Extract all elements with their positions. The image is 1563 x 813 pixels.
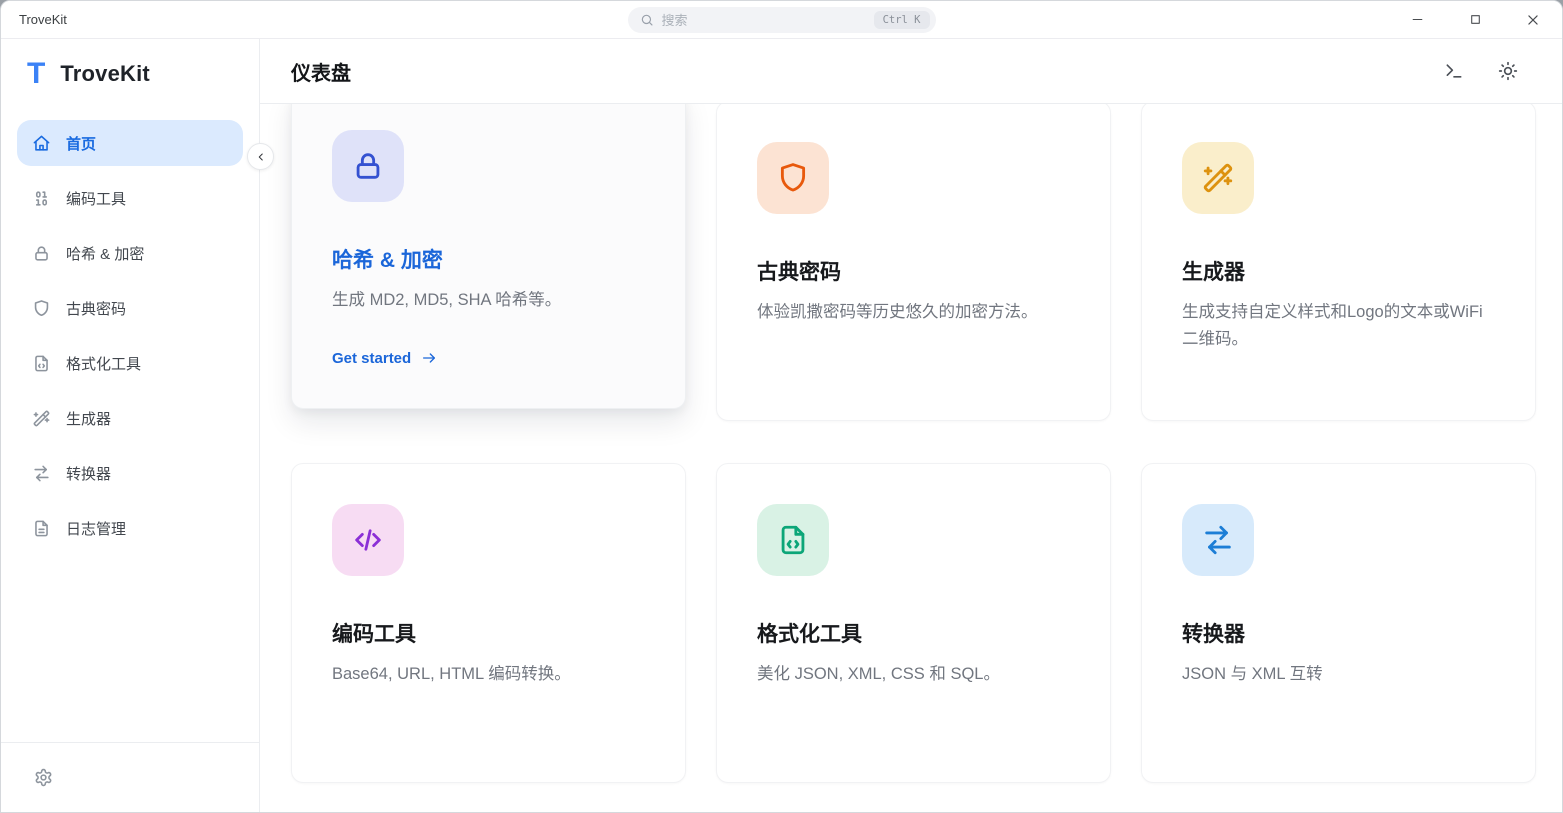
search-icon <box>640 13 654 27</box>
card-classical-ciphers[interactable]: 古典密码 体验凯撒密码等历史悠久的加密方法。 <box>716 104 1111 421</box>
sidebar-collapse-button[interactable] <box>247 143 274 170</box>
lock-icon <box>32 244 51 263</box>
sidebar-item-label: 编码工具 <box>66 188 126 209</box>
card-title: 编码工具 <box>332 618 645 648</box>
card-description: JSON 与 XML 互转 <box>1182 661 1495 688</box>
code-icon <box>351 523 385 557</box>
titlebar: TroveKit Ctrl K <box>1 1 1562 39</box>
card-description: 美化 JSON, XML, CSS 和 SQL。 <box>757 661 1070 688</box>
card-converters[interactable]: 转换器 JSON 与 XML 互转 <box>1141 463 1536 783</box>
chevron-left-icon <box>255 151 267 163</box>
sidebar-item-generators[interactable]: 生成器 <box>17 395 243 441</box>
lock-icon <box>351 149 385 183</box>
card-description: Base64, URL, HTML 编码转换。 <box>332 661 645 688</box>
wand-icon <box>32 409 51 428</box>
card-description: 生成支持自定义样式和Logo的文本或WiFi二维码。 <box>1182 299 1495 352</box>
card-icon-tile <box>1182 504 1254 576</box>
titlebar-app-title: TroveKit <box>1 12 67 27</box>
home-icon <box>32 134 51 153</box>
app-window: TroveKit Ctrl K T TroveKit <box>0 0 1563 813</box>
card-title: 古典密码 <box>757 256 1070 286</box>
card-description: 生成 MD2, MD5, SHA 哈希等。 <box>332 287 645 314</box>
gear-icon <box>34 768 53 787</box>
sidebar-item-label: 生成器 <box>66 408 111 429</box>
card-icon-tile <box>332 130 404 202</box>
card-title: 生成器 <box>1182 256 1495 286</box>
file-text-icon <box>32 519 51 538</box>
arrow-right-icon <box>421 350 437 366</box>
theme-toggle-button[interactable] <box>1498 61 1518 81</box>
dashboard-content: 哈希 & 加密 生成 MD2, MD5, SHA 哈希等。 Get starte… <box>260 104 1562 812</box>
shield-icon <box>32 299 51 318</box>
main-area: 仪表盘 哈希 & 加密 <box>260 39 1562 812</box>
minimize-button[interactable] <box>1388 1 1446 38</box>
card-encoding-tools[interactable]: 编码工具 Base64, URL, HTML 编码转换。 <box>291 463 686 783</box>
sidebar-footer <box>1 742 259 812</box>
sidebar-item-hash-encryption[interactable]: 哈希 & 加密 <box>17 230 243 276</box>
sidebar-item-converters[interactable]: 转换器 <box>17 450 243 496</box>
page-title: 仪表盘 <box>291 57 351 86</box>
file-code-icon <box>776 523 810 557</box>
sidebar-item-label: 首页 <box>66 133 96 154</box>
sidebar-item-encoding-tools[interactable]: 编码工具 <box>17 175 243 221</box>
sidebar-item-label: 日志管理 <box>66 518 126 539</box>
shield-icon <box>776 161 810 195</box>
close-button[interactable] <box>1504 1 1562 38</box>
global-search[interactable]: Ctrl K <box>628 7 936 33</box>
sidebar-item-formatters[interactable]: 格式化工具 <box>17 340 243 386</box>
app-logo: T TroveKit <box>27 59 259 89</box>
search-shortcut-badge: Ctrl K <box>874 11 930 29</box>
card-icon-tile <box>757 142 829 214</box>
card-title: 格式化工具 <box>757 618 1070 648</box>
header-actions <box>1444 61 1518 81</box>
card-title: 哈希 & 加密 <box>332 244 645 274</box>
sidebar-item-log-management[interactable]: 日志管理 <box>17 505 243 551</box>
binary-icon <box>32 189 51 208</box>
tool-cards-grid: 哈希 & 加密 生成 MD2, MD5, SHA 哈希等。 Get starte… <box>260 104 1562 783</box>
sidebar-item-classical-ciphers[interactable]: 古典密码 <box>17 285 243 331</box>
window-controls <box>1388 1 1562 38</box>
swap-arrows-icon <box>1201 523 1235 557</box>
file-code-icon <box>32 354 51 373</box>
logo-letter-icon: T <box>27 59 45 89</box>
card-formatters[interactable]: 格式化工具 美化 JSON, XML, CSS 和 SQL。 <box>716 463 1111 783</box>
settings-button[interactable] <box>34 768 53 787</box>
card-hash-encryption[interactable]: 哈希 & 加密 生成 MD2, MD5, SHA 哈希等。 Get starte… <box>291 104 686 409</box>
card-title: 转换器 <box>1182 618 1495 648</box>
maximize-icon <box>1469 13 1482 26</box>
card-icon-tile <box>757 504 829 576</box>
sidebar-item-label: 哈希 & 加密 <box>66 243 144 264</box>
logo-name: TroveKit <box>60 61 150 87</box>
card-description: 体验凯撒密码等历史悠久的加密方法。 <box>757 299 1070 326</box>
sidebar-item-label: 格式化工具 <box>66 353 141 374</box>
terminal-icon <box>1444 61 1464 81</box>
card-icon-tile <box>1182 142 1254 214</box>
sun-icon <box>1498 61 1518 81</box>
close-icon <box>1526 13 1540 27</box>
sidebar-item-home[interactable]: 首页 <box>17 120 243 166</box>
card-icon-tile <box>332 504 404 576</box>
card-generators[interactable]: 生成器 生成支持自定义样式和Logo的文本或WiFi二维码。 <box>1141 104 1536 421</box>
swap-arrows-icon <box>32 464 51 483</box>
page-header: 仪表盘 <box>260 39 1562 104</box>
sidebar-item-label: 转换器 <box>66 463 111 484</box>
get-started-link[interactable]: Get started <box>332 350 645 367</box>
wand-icon <box>1201 161 1235 195</box>
sidebar: T TroveKit 首页 编码工具 <box>1 39 260 812</box>
maximize-button[interactable] <box>1446 1 1504 38</box>
get-started-label: Get started <box>332 350 411 367</box>
sidebar-nav: 首页 编码工具 哈希 & 加密 <box>1 120 259 560</box>
search-input[interactable] <box>654 13 874 28</box>
minimize-icon <box>1411 13 1424 26</box>
terminal-button[interactable] <box>1444 61 1464 81</box>
sidebar-item-label: 古典密码 <box>66 298 126 319</box>
